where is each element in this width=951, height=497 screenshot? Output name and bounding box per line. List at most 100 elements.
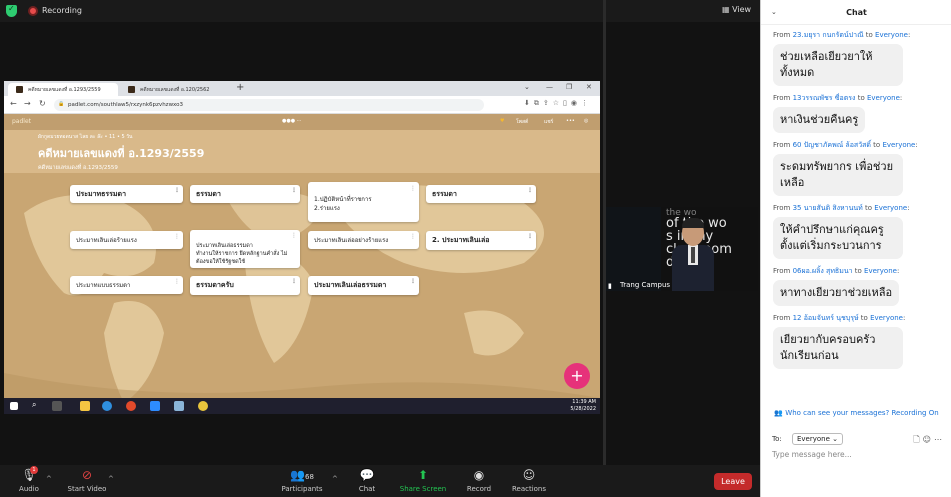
heart-icon[interactable]: ♥: [500, 118, 504, 124]
post-button[interactable]: โพสต์: [516, 118, 528, 126]
url-input[interactable]: padlet.com/southlaw5/rxzynk6pzvhzwxo3: [54, 99, 484, 111]
post-card[interactable]: 2. ประมาทเลินเล่อ ⋮: [426, 231, 536, 250]
sender-name[interactable]: 60 ปัญชาภัคพณ์ ล้อสวัสดิ์: [793, 141, 871, 149]
audio-options-chevron-icon[interactable]: ^: [46, 475, 52, 483]
chat-header: ⌄ Chat: [761, 0, 951, 25]
system-clock[interactable]: 11:39 AM 5/28/2022: [570, 399, 596, 413]
app-icon[interactable]: [174, 401, 184, 411]
post-text: ประมาทเลินเล่อธรรมดา ทำงานให้ราชการ ยึดห…: [196, 243, 288, 265]
post-menu-icon[interactable]: ⋮: [291, 278, 297, 285]
post-text: ประมาทเลินเล่ออย่างร้ายแรง: [314, 237, 389, 244]
security-shield-icon[interactable]: [6, 4, 17, 17]
task-view-icon[interactable]: [52, 401, 62, 411]
recipient-dropdown[interactable]: Everyone ⌄: [791, 433, 843, 445]
browser-tab-1[interactable]: คดีหมายเลขแดงที่ อ.1293/2559: [8, 83, 118, 96]
browser-tab-2[interactable]: คดีหมายเลขแดงที่ อ.120/2562: [120, 83, 230, 96]
post-card[interactable]: ธรรมดา ⋮: [426, 185, 536, 203]
sender-name[interactable]: 12 อ้อมจันทร์ นุชบุรุษ์: [793, 314, 859, 322]
minimize-icon[interactable]: —: [546, 83, 553, 91]
zoom-icon[interactable]: [150, 401, 160, 411]
video-options-chevron-icon[interactable]: ^: [108, 475, 114, 483]
start-video-button[interactable]: ⊘ Start Video: [62, 467, 112, 493]
sender-name[interactable]: 06ผอ.ผลิ้ง สุทธิมนา: [793, 267, 853, 275]
post-menu-icon[interactable]: ⋮: [174, 187, 180, 194]
tab-label: คดีหมายเลขแดงที่ อ.1293/2559: [28, 87, 101, 93]
padlet-title-block: ผักกูดมวยทอดนาส ไลย ละ ล๊ะ • 11 • 5 วัน …: [38, 133, 204, 172]
post-menu-icon[interactable]: ⋮: [410, 233, 416, 240]
to-label: To:: [772, 435, 782, 443]
windows-start-icon[interactable]: [10, 402, 18, 410]
participants-count: 68: [305, 473, 314, 481]
share-screen-button[interactable]: ⬆ Share Screen: [398, 467, 448, 493]
reactions-button[interactable]: ☺ Reactions: [510, 467, 548, 493]
chat-message-list[interactable]: From 23.มยุรา กนกรัตน์ปาณี to Everyone: …: [761, 30, 951, 376]
post-menu-icon[interactable]: ⋮: [410, 184, 416, 193]
microphone-icon: 🎙: [21, 468, 37, 482]
speaker-person: [672, 218, 714, 291]
post-card[interactable]: 1.ปฏิบัติหน้าที่ราชการ 2.ร่ายแรง ⋮: [308, 182, 419, 222]
close-icon[interactable]: ✕: [586, 83, 592, 91]
chat-message-input[interactable]: Type message here...: [772, 450, 852, 459]
file-explorer-icon[interactable]: [80, 401, 90, 411]
message-visibility-link[interactable]: 👥 Who can see your messages? Recording O…: [761, 409, 951, 417]
message-header: From 12 อ้อมจันทร์ นุชบุรุษ์ to Everyone…: [773, 314, 906, 322]
participants-options-chevron-icon[interactable]: ^: [332, 475, 338, 483]
tab-search-icon[interactable]: ⌄: [524, 83, 530, 91]
more-menu[interactable]: •••: [566, 118, 575, 124]
padlet-logo[interactable]: padlet: [12, 118, 31, 125]
chat-tool-icons[interactable]: 🗋☺⋯: [913, 434, 945, 448]
post-card[interactable]: ประมาทแบบธรรมดา ⋮: [70, 276, 183, 294]
audio-button[interactable]: 🎙 Audio: [12, 467, 46, 493]
post-card[interactable]: ธรรมดาครับ ⋮: [190, 276, 300, 295]
add-post-button[interactable]: +: [564, 363, 590, 389]
recipient: Everyone: [875, 31, 908, 39]
post-card[interactable]: ธรรมดา ⋮: [190, 185, 300, 203]
profile-icon[interactable]: ◎: [584, 118, 588, 124]
participant-video-tile[interactable]: the wo of the wo s in my classroom day: [606, 207, 758, 291]
post-menu-icon[interactable]: ⋮: [410, 278, 416, 285]
post-menu-icon[interactable]: ⋮: [291, 187, 297, 194]
post-card[interactable]: ประมาทเลินเล่อธรรมดา ⋮: [308, 276, 419, 295]
post-menu-icon[interactable]: ⋮: [527, 187, 533, 194]
chat-message: From 35 นายสันติ สิงหานนท์ to Everyone: …: [773, 203, 951, 259]
participants-button[interactable]: 👥68 Participants: [278, 467, 326, 493]
collaborator-avatars[interactable]: ●●● ⋯: [282, 118, 302, 124]
app-icon[interactable]: [126, 401, 136, 411]
chat-button[interactable]: 💬 Chat: [352, 467, 382, 493]
share-button[interactable]: แชร์: [544, 118, 553, 126]
recipient: Everyone: [864, 267, 897, 275]
post-menu-icon[interactable]: ⋮: [174, 233, 180, 240]
post-card[interactable]: ประมาทเลินเล่อร้ายแรง ⋮: [70, 231, 183, 249]
post-card[interactable]: ประมาทเลินเล่ออย่างร้ายแรง ⋮: [308, 231, 419, 249]
privacy-text: Who can see your messages? Recording On: [785, 409, 939, 417]
reload-icon[interactable]: ↻: [39, 99, 46, 108]
record-button[interactable]: ◉ Record: [462, 467, 496, 493]
post-menu-icon[interactable]: ⋮: [174, 278, 180, 285]
leave-button[interactable]: Leave: [714, 473, 752, 490]
sender-name[interactable]: 35 นายสันติ สิงหานนท์: [793, 204, 863, 212]
search-icon[interactable]: ⌕: [32, 400, 42, 410]
recipient-selector: To: Everyone ⌄: [772, 433, 843, 445]
forward-icon[interactable]: →: [24, 99, 31, 108]
post-menu-icon[interactable]: ⋮: [291, 232, 297, 240]
chat-message: From 23.มยุรา กนกรัตน์ปาณี to Everyone: …: [773, 30, 951, 86]
clock-date: 5/28/2022: [570, 406, 596, 412]
view-button[interactable]: View: [722, 5, 751, 14]
recipient-value: Everyone: [796, 435, 830, 443]
browser-extension-icons[interactable]: ⬇⧉⇪☆▯◉⋮: [524, 99, 592, 108]
post-card[interactable]: ประมาทเลินเล่อธรรมดา ทำงานให้ราชการ ยึดห…: [190, 230, 300, 268]
maximize-icon[interactable]: ❐: [566, 83, 572, 91]
chrome-icon[interactable]: [198, 401, 208, 411]
post-text: ประมาทเลินเล่อร้ายแรง: [76, 237, 137, 244]
padlet-favicon-icon: [128, 86, 135, 93]
sender-name[interactable]: 23.มยุรา กนกรัตน์ปาณี: [793, 31, 864, 39]
post-card[interactable]: ประมาทธรรมดา ⋮: [70, 185, 183, 203]
sender-name[interactable]: 13วรรณพัชร ซื่อตรง: [793, 94, 856, 102]
share-screen-label: Share Screen: [399, 485, 447, 493]
post-menu-icon[interactable]: ⋮: [527, 233, 533, 240]
back-icon[interactable]: ←: [10, 99, 17, 108]
post-text: ประมาทแบบธรรมดา: [76, 282, 131, 289]
meeting-top-bar: Recording View: [0, 0, 760, 22]
edge-icon[interactable]: [102, 401, 112, 411]
new-tab-icon[interactable]: +: [236, 82, 244, 93]
